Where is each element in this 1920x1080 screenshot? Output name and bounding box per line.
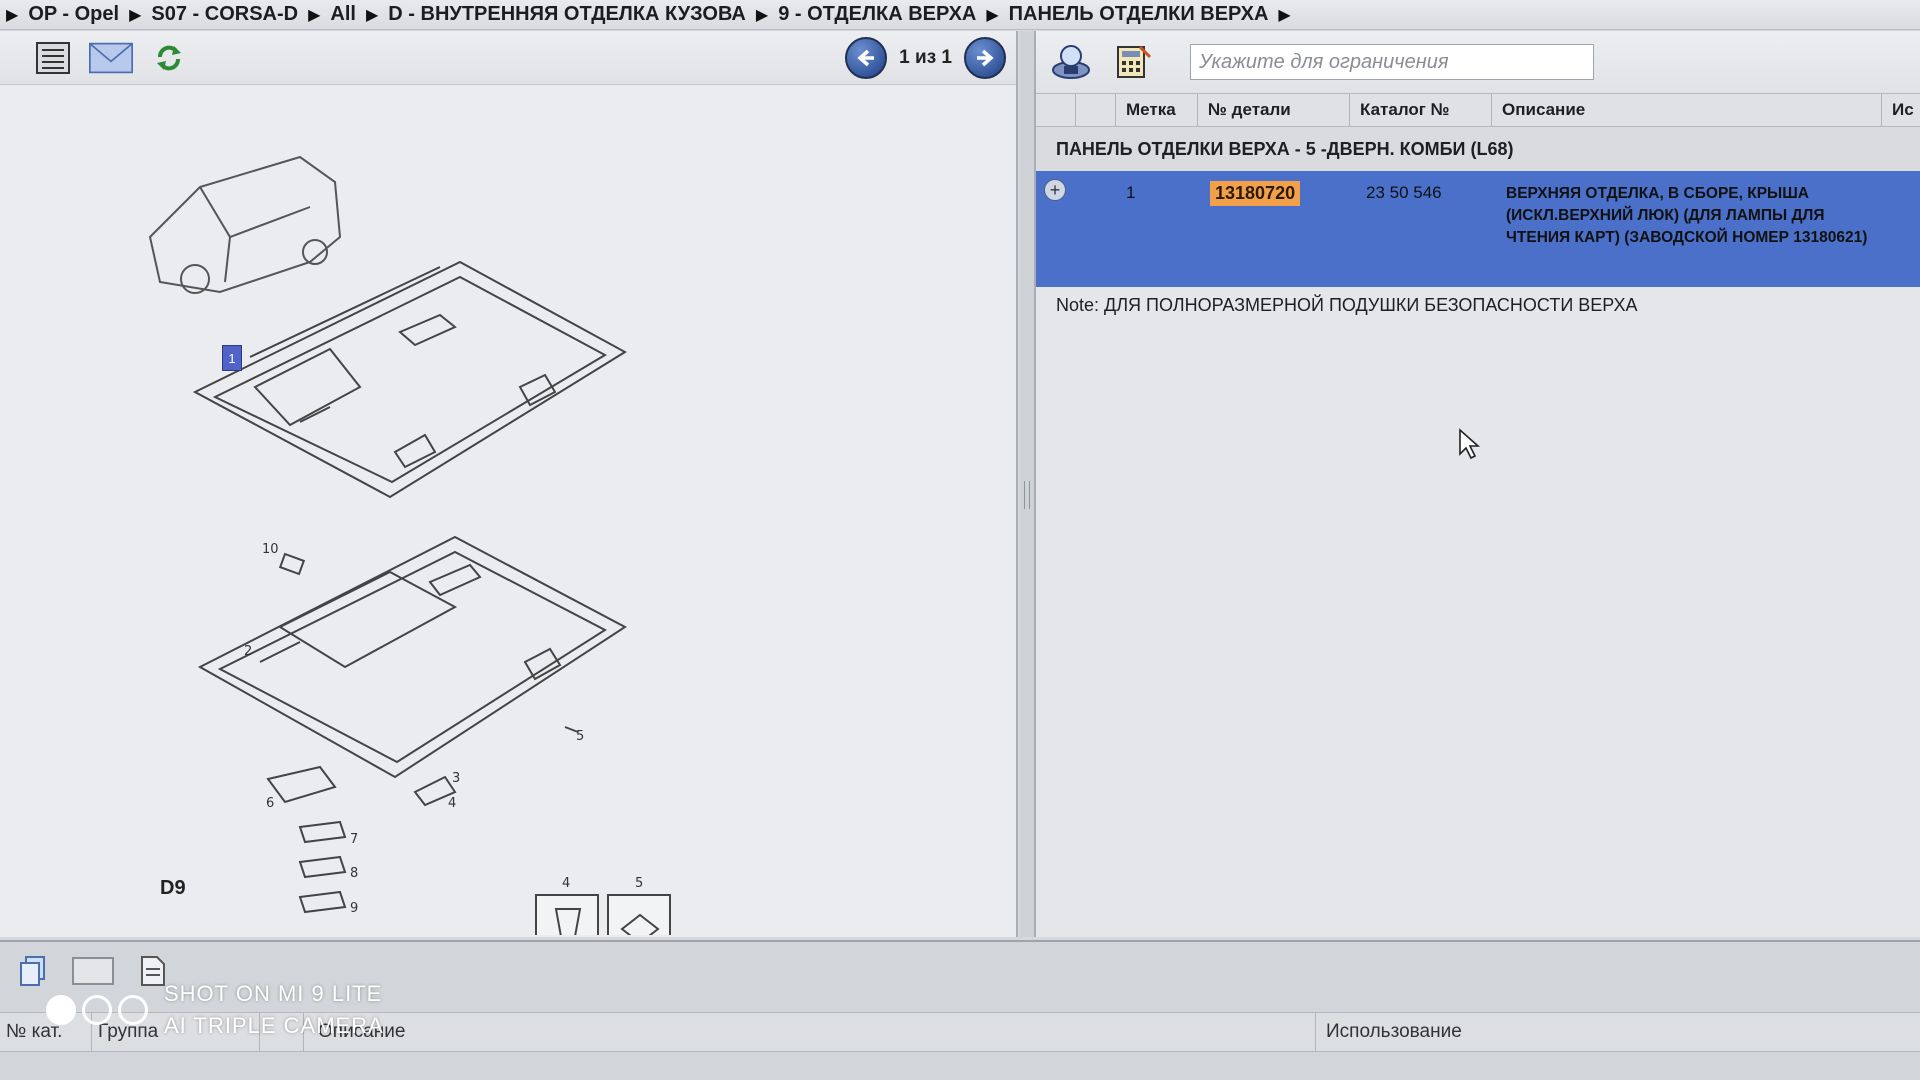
breadcrumb-arrow-icon: ▶ [1278,6,1291,24]
diagram-code: D9 [160,877,186,899]
column-header-description[interactable]: Описание [304,1013,1316,1051]
part-number-label: 10 [262,542,279,557]
row-mark: 1 [1126,183,1136,202]
prev-page-button[interactable] [845,36,888,79]
column-header-mark[interactable]: Метка [1116,94,1198,126]
watermark-line-1: SHOT ON MI 9 LITE [164,981,383,1006]
row-note: Note: ДЛЯ ПОЛНОРАЗМЕРНОЙ ПОДУШКИ БЕЗОПАС… [1056,295,1638,315]
calculator-icon[interactable] [1110,42,1156,82]
headliner-lower [197,535,627,779]
part-number-labels: 10 2 5 3 6 4 7 8 9 4 5 [244,542,643,916]
breadcrumb-arrow-icon: ▶ [129,6,142,24]
table-row[interactable]: + 1 13180720 23 50 546 ВЕРХНЯЯ ОТДЕЛКА, … [1036,171,1920,287]
illustration-toolbar: 1 из 1 [0,31,1016,85]
part-number-label: 5 [635,876,643,891]
headliner-upper [192,260,627,499]
splitter-grip-icon[interactable] [1024,481,1030,509]
parts-list-panel: Метка № детали Каталог № Описание Ис ПАН… [1034,31,1920,937]
illustration-pager: 1 из 1 [845,36,1006,79]
illustration-panel: 1 из 1 10 2 5 3 6 4 7 8 9 4 5 1 D9 [0,31,1018,937]
part-number-label: 5 [576,729,584,744]
part-number-label: 4 [448,796,456,811]
column-header-blank-2[interactable] [1076,94,1116,126]
car-lookup-icon[interactable] [1048,42,1094,82]
expand-plus-icon[interactable]: + [1044,179,1066,201]
panel-splitter[interactable] [1020,31,1034,937]
column-header-description[interactable]: Описание [1492,94,1882,126]
group-title: ПАНЕЛЬ ОТДЕЛКИ ВЕРХА - 5 -ДВЕРН. КОМБИ (… [1036,127,1920,171]
mail-icon[interactable] [88,38,134,78]
diagram-callout-1[interactable]: 1 [222,345,242,371]
small-parts [266,552,671,935]
part-number-label: 9 [350,901,358,916]
list-icon[interactable] [30,38,76,78]
row-catalog-number: 23 50 546 [1366,183,1442,202]
part-number-label: 8 [350,866,358,881]
breadcrumb-arrow-icon: ▶ [6,6,19,24]
row-description: ВЕРХНЯЯ ОТДЕЛКА, В СБОРЕ, КРЫША (ИСКЛ.ВЕ… [1506,185,1868,246]
parts-table-header: Метка № детали Каталог № Описание Ис [1036,93,1920,127]
watermark-text: SHOT ON MI 9 LITE AI TRIPLE CAMERA [164,978,384,1042]
breadcrumb-arrow-icon: ▶ [365,6,379,24]
roof-trim-diagram: 10 2 5 3 6 4 7 8 9 4 5 [148,155,671,935]
breadcrumb-item-model[interactable]: S07 - CORSA-D [151,3,298,26]
breadcrumb-item-make[interactable]: OP - Opel [28,3,119,26]
part-number-label: 7 [350,832,358,847]
mouse-cursor-icon [1459,428,1481,460]
refresh-icon[interactable] [146,38,192,78]
filter-input[interactable] [1190,44,1594,80]
breadcrumb-arrow-icon: ▶ [308,6,321,24]
car-thumbnail [148,155,342,294]
column-header-usage[interactable]: Использование [1316,1013,1920,1051]
arrow-right-icon [977,49,994,66]
part-number-label: 4 [562,876,570,891]
column-header-blank-1[interactable] [1036,94,1076,126]
camera-watermark: SHOT ON MI 9 LITE AI TRIPLE CAMERA [46,978,384,1042]
breadcrumb: ▶ OP - Opel ▶ S07 - CORSA-D ▶ All ▶ D - … [0,0,1920,30]
column-header-usage[interactable]: Ис [1882,94,1920,126]
arrow-left-icon [857,49,875,66]
parts-toolbar [1036,31,1920,93]
page-indicator: 1 из 1 [899,46,952,68]
part-number-label: 2 [244,644,252,659]
breadcrumb-arrow-icon: ▶ [755,6,769,24]
breadcrumb-item-subgroup[interactable]: 9 - ОТДЕЛКА ВЕРХА [778,3,976,26]
part-number-label: 3 [452,771,460,786]
breadcrumb-arrow-icon: ▶ [986,6,999,24]
column-header-part-no[interactable]: № детали [1198,94,1350,126]
breadcrumb-item-group[interactable]: D - ВНУТРЕННЯЯ ОТДЕЛКА КУЗОВА [388,3,746,26]
breadcrumb-item-current[interactable]: ПАНЕЛЬ ОТДЕЛКИ ВЕРХА [1009,3,1269,26]
camera-dots-icon [46,995,148,1025]
column-header-catalog-no[interactable]: Каталог № [1350,94,1492,126]
row-part-number[interactable]: 13180720 [1210,181,1301,206]
parts-diagram[interactable]: 10 2 5 3 6 4 7 8 9 4 5 1 D9 [0,87,1016,935]
watermark-line-2: AI TRIPLE CAMERA [164,1013,384,1038]
part-number-label: 6 [266,796,274,811]
breadcrumb-item-all[interactable]: All [330,3,356,26]
next-page-button[interactable] [964,36,1006,79]
